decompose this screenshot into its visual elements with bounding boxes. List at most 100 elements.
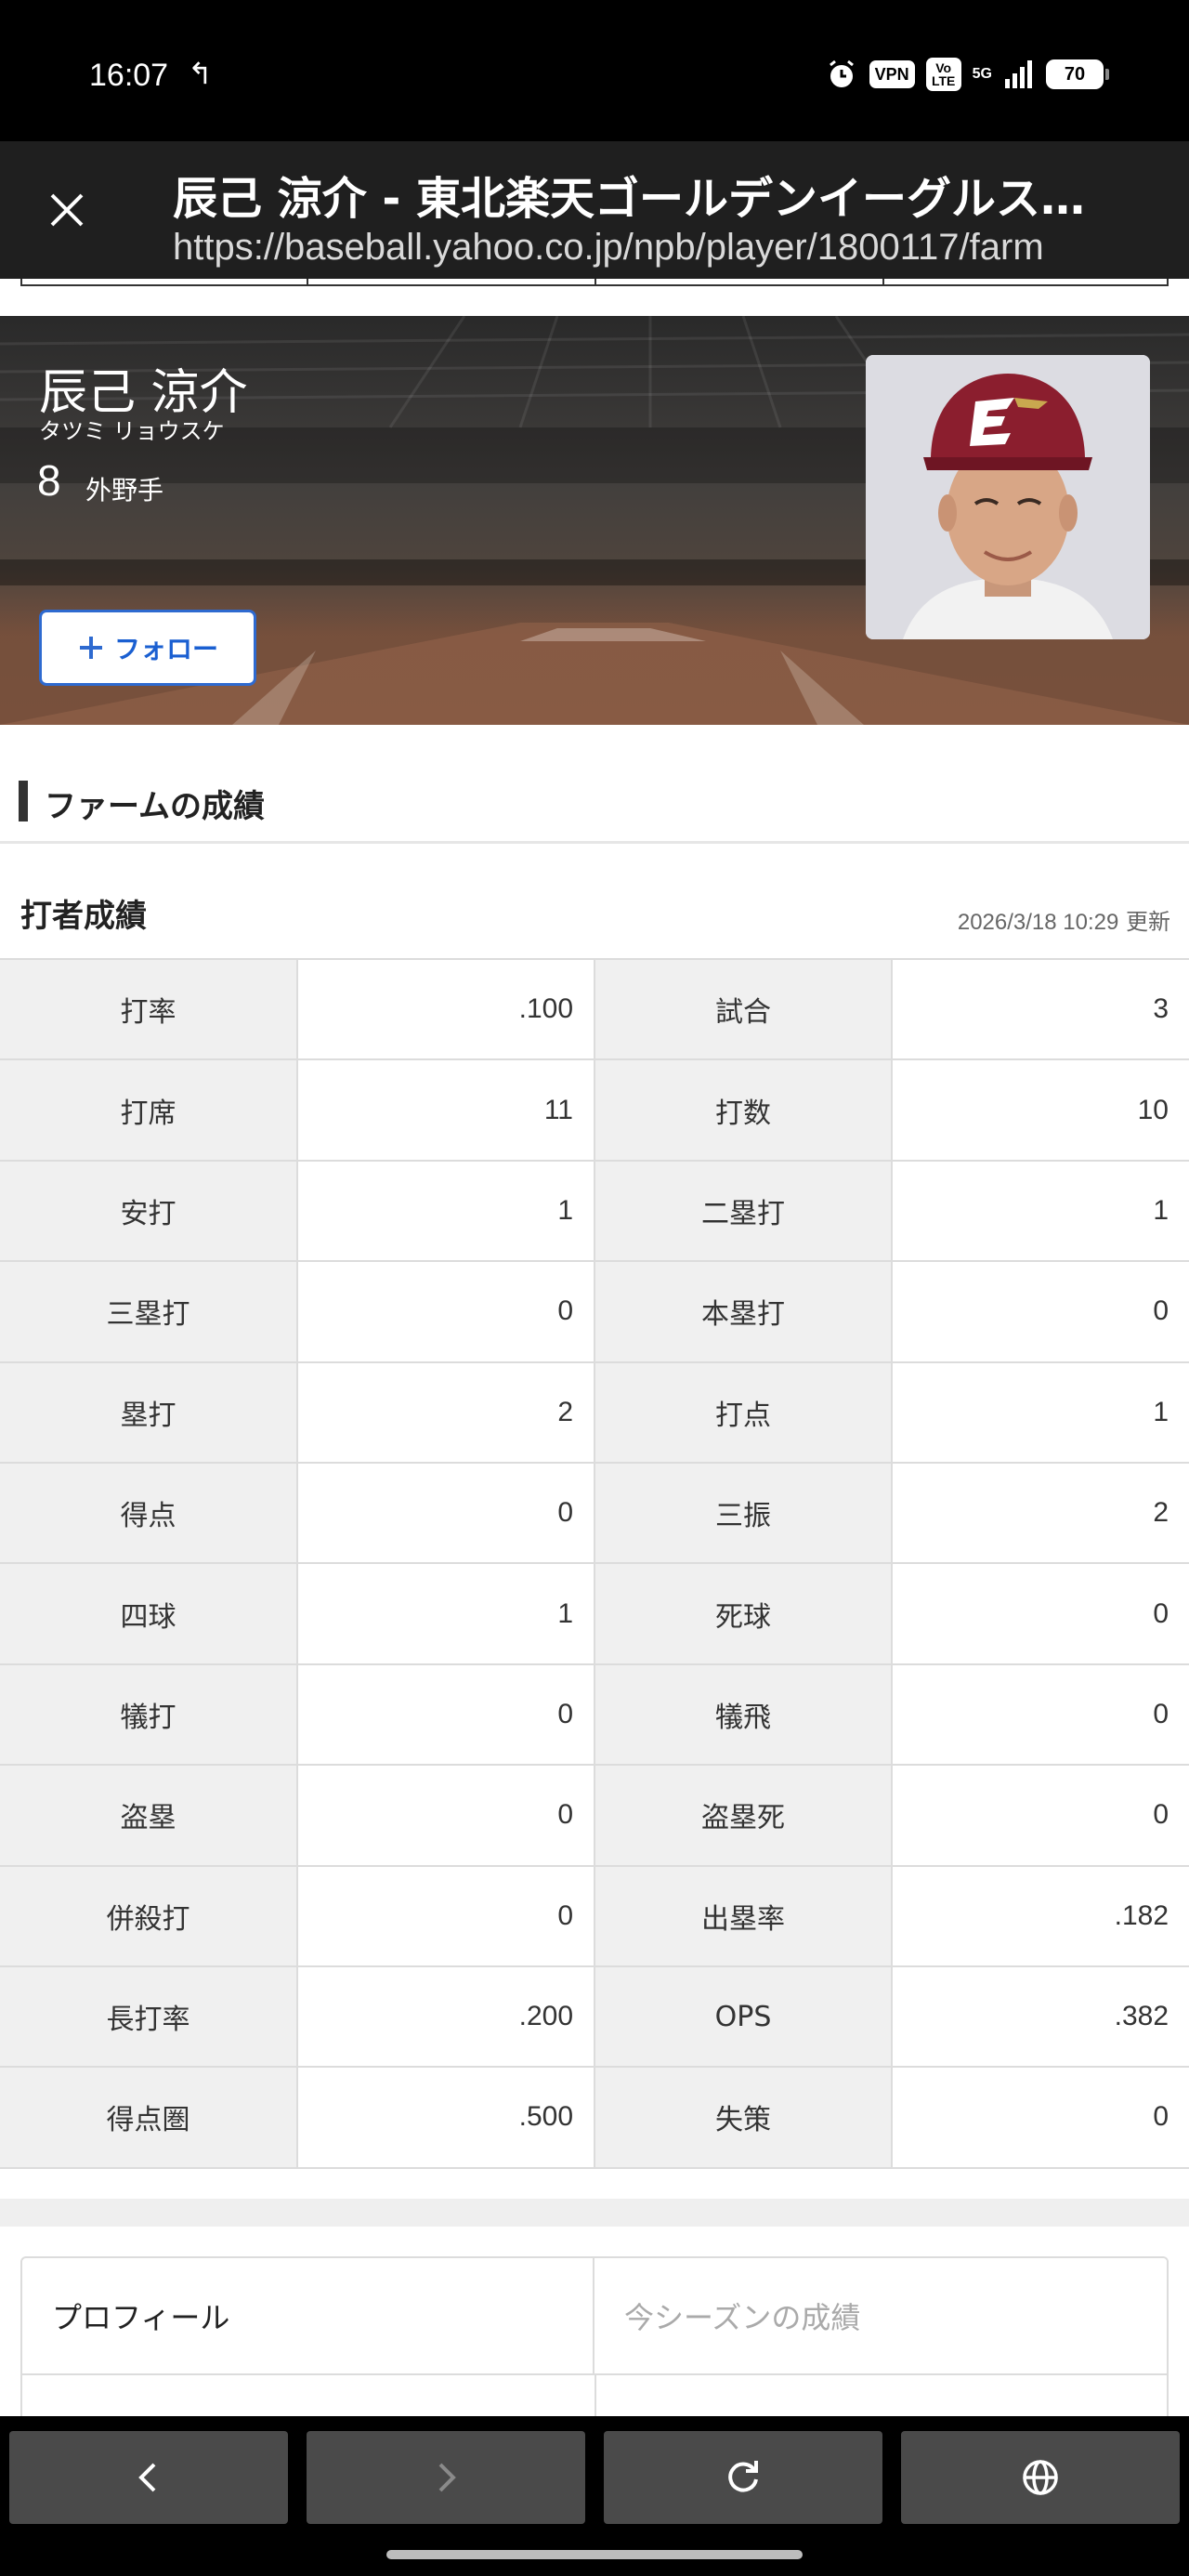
stat-label: 得点 (0, 1462, 297, 1565)
page-url[interactable]: https://baseball.yahoo.co.jp/npb/player/… (173, 227, 1167, 269)
stat-label: 三塁打 (0, 1261, 297, 1363)
stat-label: 盗塁死 (594, 1765, 892, 1867)
globe-icon (1023, 2460, 1058, 2495)
stat-value: 11 (296, 1059, 595, 1162)
stat-label: OPS (594, 1965, 892, 2069)
home-indicator[interactable] (386, 2550, 803, 2559)
page-title: 辰己 涼介 - 東北楽天ゴールデンイーグルス… (173, 173, 1086, 225)
stat-label: 四球 (0, 1563, 297, 1665)
table-row: 犠打 0 犠飛 0 (0, 1663, 1189, 1767)
table-row: 盗塁 0 盗塁死 0 (0, 1765, 1189, 1867)
stat-label: 犠打 (0, 1663, 297, 1767)
table-row: 三塁打 0 本塁打 0 (0, 1261, 1189, 1363)
stat-value: 1 (296, 1563, 595, 1665)
forward-button[interactable] (307, 2431, 585, 2524)
stat-value: 0 (891, 1663, 1189, 1767)
stat-label: 本塁打 (594, 1261, 892, 1363)
stat-label: 試合 (594, 959, 892, 1061)
section-title: ファームの成績 (45, 788, 265, 825)
battery-indicator: 70 (1046, 59, 1109, 89)
network-label: 5G (972, 66, 992, 82)
stat-value: .100 (296, 959, 595, 1061)
nav-tabs-remnant (20, 279, 1169, 286)
reply-arrow-icon: ↰ (188, 56, 213, 91)
table-row: 得点圏 .500 失策 0 (0, 2067, 1189, 2169)
stat-value: 0 (296, 1765, 595, 1867)
stat-label: 打席 (0, 1059, 297, 1162)
stat-value: 2 (296, 1361, 595, 1464)
vpn-badge: VPN (869, 60, 915, 88)
browser-header: 辰己 涼介 - 東北楽天ゴールデンイーグルス… https://baseball… (0, 141, 1189, 279)
profile-tabs: プロフィール 今シーズンの成績 (20, 2256, 1169, 2424)
player-position: 外野手 (85, 475, 164, 506)
back-icon (138, 2463, 156, 2492)
table-row: 得点 0 三振 2 (0, 1462, 1189, 1565)
stat-label: 打数 (594, 1059, 892, 1162)
table-row: 打席 11 打数 10 (0, 1059, 1189, 1162)
stat-value: .382 (891, 1965, 1189, 2069)
stat-label: 三振 (594, 1462, 892, 1565)
stat-label: 死球 (594, 1563, 892, 1665)
stat-value: 1 (891, 1361, 1189, 1464)
table-row: 塁打 2 打点 1 (0, 1361, 1189, 1464)
table-row: 長打率 .200 OPS .382 (0, 1965, 1189, 2069)
back-button[interactable] (9, 2431, 288, 2524)
stat-label: 併殺打 (0, 1865, 297, 1967)
stat-label: 二塁打 (594, 1160, 892, 1263)
reload-icon (728, 2461, 758, 2492)
stat-label: 塁打 (0, 1361, 297, 1464)
status-bar: 16:07 ↰ VPN Vo LTE 5G 70 (0, 0, 1189, 141)
updated-date: 2026/3/18 10:29 (957, 910, 1119, 935)
batting-stats-title: 打者成績 (20, 898, 147, 935)
tab-profile[interactable]: プロフィール (22, 2258, 594, 2375)
status-time: 16:07 (89, 58, 169, 93)
stat-value: 3 (891, 959, 1189, 1061)
globe-button[interactable] (901, 2431, 1180, 2524)
stat-label: 打点 (594, 1361, 892, 1464)
stat-value: 0 (891, 1765, 1189, 1867)
volte-badge: Vo LTE (925, 58, 961, 91)
follow-label: フォロー (113, 634, 218, 664)
stat-value: 2 (891, 1462, 1189, 1565)
stat-value: 0 (296, 1663, 595, 1767)
stat-label: 打率 (0, 959, 297, 1061)
player-kana: タツミ リョウスケ (39, 418, 225, 444)
stat-value: .200 (296, 1965, 595, 2069)
stat-label: 犠飛 (594, 1663, 892, 1767)
stat-label: 盗塁 (0, 1765, 297, 1867)
player-hero: 辰己 涼介 タツミ リョウスケ 8 外野手 フォロー (0, 316, 1189, 725)
table-row: 併殺打 0 出塁率 .182 (0, 1865, 1189, 1967)
alarm-icon (829, 59, 854, 87)
stat-value: 0 (891, 1261, 1189, 1363)
player-photo (866, 355, 1150, 639)
stat-value: 10 (891, 1059, 1189, 1162)
signal-icon (1005, 60, 1032, 88)
follow-button[interactable]: フォロー (39, 610, 256, 686)
stat-label: 得点圏 (0, 2067, 297, 2169)
stat-label: 失策 (594, 2067, 892, 2169)
forward-icon (438, 2463, 456, 2492)
stat-value: 0 (296, 1865, 595, 1967)
player-number: 8 (37, 456, 61, 505)
batting-stats-table: 打率 .100 試合 3 打席 11 打数 10 安打 1 二塁打 1 三塁打 0 本塁打 0 塁打 2 打… (0, 958, 1189, 2169)
stat-value: 0 (296, 1261, 595, 1363)
tab-season-stats[interactable]: 今シーズンの成績 (594, 2258, 1167, 2375)
stat-value: 0 (891, 2067, 1189, 2169)
table-row: 打率 .100 試合 3 (0, 959, 1189, 1061)
close-icon (50, 193, 84, 227)
stat-value: 0 (891, 1563, 1189, 1665)
farm-stats-heading: ファームの成績 (0, 762, 1189, 844)
reload-button[interactable] (604, 2431, 882, 2524)
plus-icon (79, 637, 102, 659)
stat-value: 0 (296, 1462, 595, 1565)
status-icons: VPN Vo LTE 5G 70 (825, 58, 1109, 91)
stat-value: 1 (891, 1160, 1189, 1263)
close-button[interactable] (37, 180, 97, 240)
stat-value: 1 (296, 1160, 595, 1263)
stat-label: 安打 (0, 1160, 297, 1263)
section-divider (0, 2199, 1189, 2227)
table-row: 四球 1 死球 0 (0, 1563, 1189, 1665)
player-portrait (866, 355, 1150, 639)
updated-timestamp: 2026/3/18 10:29 更新 (958, 903, 1170, 936)
browser-toolbar (0, 2416, 1189, 2576)
